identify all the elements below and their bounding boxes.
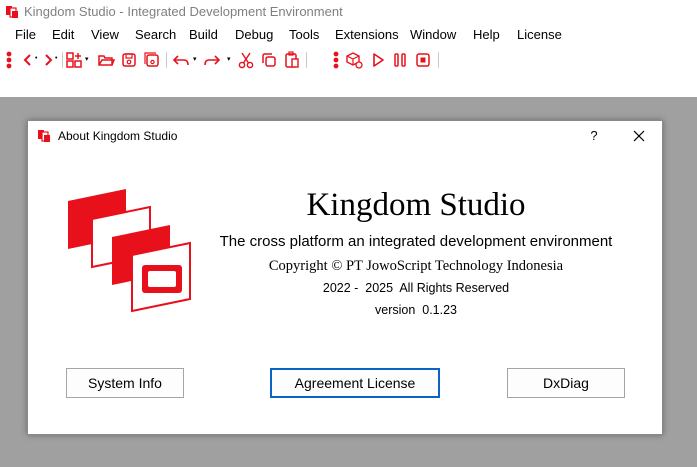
ide-window-title: Kingdom Studio - Integrated Development … [24,4,343,19]
menu-extensions[interactable]: Extensions [335,27,399,42]
undo-icon[interactable] [171,49,191,71]
help-button[interactable]: ? [579,125,609,147]
undo-dropdown-icon[interactable]: ▾ [193,55,197,63]
menu-tools[interactable]: Tools [289,27,319,42]
close-icon [633,130,645,142]
menu-debug[interactable]: Debug [235,27,273,42]
toolbar-separator [438,52,439,68]
system-info-button[interactable]: System Info [66,368,184,398]
menu-window[interactable]: Window [410,27,456,42]
toolbar: • • ▾ ▾ ▾ [0,47,697,73]
about-dialog: About Kingdom Studio ? Kingdom Studio Th… [27,120,663,435]
app-logo-icon [38,130,50,142]
menu-file[interactable]: File [15,27,36,42]
ide-window: Kingdom Studio - Integrated Development … [0,0,697,97]
forward-dropdown-icon[interactable]: • [55,55,57,62]
app-logo-icon [6,6,18,18]
new-item-dropdown-icon[interactable]: ▾ [85,55,89,63]
menu-license[interactable]: License [517,27,562,42]
redo-icon[interactable] [202,49,222,71]
toolbar-separator [306,52,307,68]
toolbar-grip-icon[interactable] [6,51,12,69]
menu-help[interactable]: Help [473,27,500,42]
kingdom-studio-logo [68,189,191,313]
rights-reserved-text: 2022 - 2025 All Rights Reserved [322,281,510,295]
product-tagline: The cross platform an integrated develop… [219,233,613,250]
redo-dropdown-icon[interactable]: ▾ [227,55,231,63]
menu-edit[interactable]: Edit [52,27,74,42]
dxdiag-button[interactable]: DxDiag [507,368,625,398]
product-name: Kingdom Studio [306,187,526,223]
open-folder-icon[interactable] [96,49,116,71]
toolbar-grip-icon[interactable] [333,51,339,69]
cut-icon[interactable] [236,49,256,71]
copy-icon[interactable] [259,49,279,71]
close-button[interactable] [624,125,654,147]
stop-icon[interactable] [413,49,433,71]
ide-titlebar: Kingdom Studio - Integrated Development … [0,0,697,24]
menu-build[interactable]: Build [189,27,218,42]
menu-view[interactable]: View [91,27,119,42]
pause-icon[interactable] [390,49,410,71]
paste-icon[interactable] [282,49,302,71]
run-icon[interactable] [368,49,388,71]
build-package-icon[interactable] [344,49,364,71]
menu-bar: File Edit View Search Build Debug Tools … [0,25,697,45]
copyright-text: Copyright © PT JowoScript Technology Ind… [268,258,564,274]
new-item-icon[interactable] [64,49,84,71]
save-all-icon[interactable] [142,49,162,71]
save-icon[interactable] [119,49,139,71]
version-text: version 0.1.23 [375,303,457,317]
toolbar-separator [166,52,167,68]
menu-search[interactable]: Search [135,27,176,42]
dialog-title: About Kingdom Studio [58,129,178,143]
toolbar-separator [62,52,63,68]
agreement-license-button[interactable]: Agreement License [270,368,440,398]
